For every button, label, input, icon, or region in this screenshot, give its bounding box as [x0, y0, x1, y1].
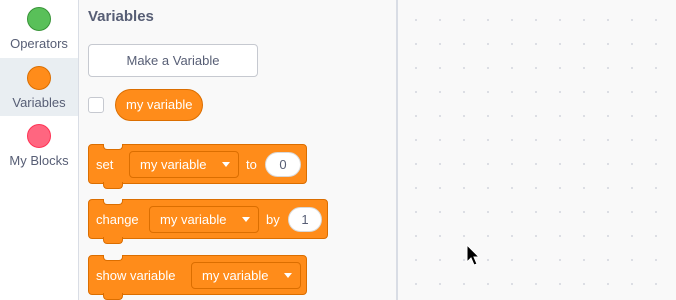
variable-dropdown[interactable]: my variable [129, 151, 239, 178]
block-palette: Variables Make a Variable my variable se… [79, 0, 396, 300]
variable-visibility-checkbox[interactable] [88, 97, 104, 113]
block-tab [103, 182, 123, 189]
variable-reporter-block[interactable]: my variable [115, 89, 204, 121]
dropdown-value: my variable [160, 212, 227, 227]
set-variable-block[interactable]: set my variable to 0 [88, 144, 307, 189]
category-operators[interactable]: Operators [0, 0, 78, 58]
change-variable-block[interactable]: change my variable by 1 [88, 199, 328, 244]
mouse-pointer-icon [466, 244, 481, 266]
block-tab [103, 237, 123, 244]
category-variables[interactable]: Variables [0, 58, 78, 116]
show-variable-block[interactable]: show variable my variable [88, 255, 307, 300]
palette-section-title: Variables [88, 8, 154, 25]
block-text-change: change [96, 212, 139, 227]
block-text-by: by [266, 212, 280, 227]
dropdown-value: my variable [140, 157, 207, 172]
block-tab [103, 293, 123, 300]
block-notch [103, 255, 123, 261]
chevron-down-icon [222, 162, 230, 167]
block-text-set: set [96, 157, 114, 172]
category-label: My Blocks [9, 153, 69, 168]
my-blocks-color-dot-icon [27, 124, 51, 148]
operators-color-dot-icon [27, 7, 51, 31]
category-sidebar: Operators Variables My Blocks [0, 0, 79, 300]
category-label: Operators [10, 36, 68, 51]
chevron-down-icon [242, 217, 250, 222]
category-label: Variables [12, 95, 66, 110]
category-my-blocks[interactable]: My Blocks [0, 116, 78, 174]
block-text-show-variable: show variable [96, 268, 176, 283]
make-variable-button[interactable]: Make a Variable [88, 44, 258, 77]
variable-dropdown[interactable]: my variable [191, 262, 301, 289]
block-notch [103, 144, 123, 150]
block-notch [103, 199, 123, 205]
block-text-to: to [246, 157, 257, 172]
value-input[interactable]: 1 [288, 207, 322, 232]
variable-dropdown[interactable]: my variable [149, 206, 259, 233]
chevron-down-icon [284, 273, 292, 278]
code-workspace[interactable] [398, 0, 676, 300]
variables-color-dot-icon [27, 66, 51, 90]
value-input[interactable]: 0 [265, 152, 301, 177]
dropdown-value: my variable [202, 268, 269, 283]
